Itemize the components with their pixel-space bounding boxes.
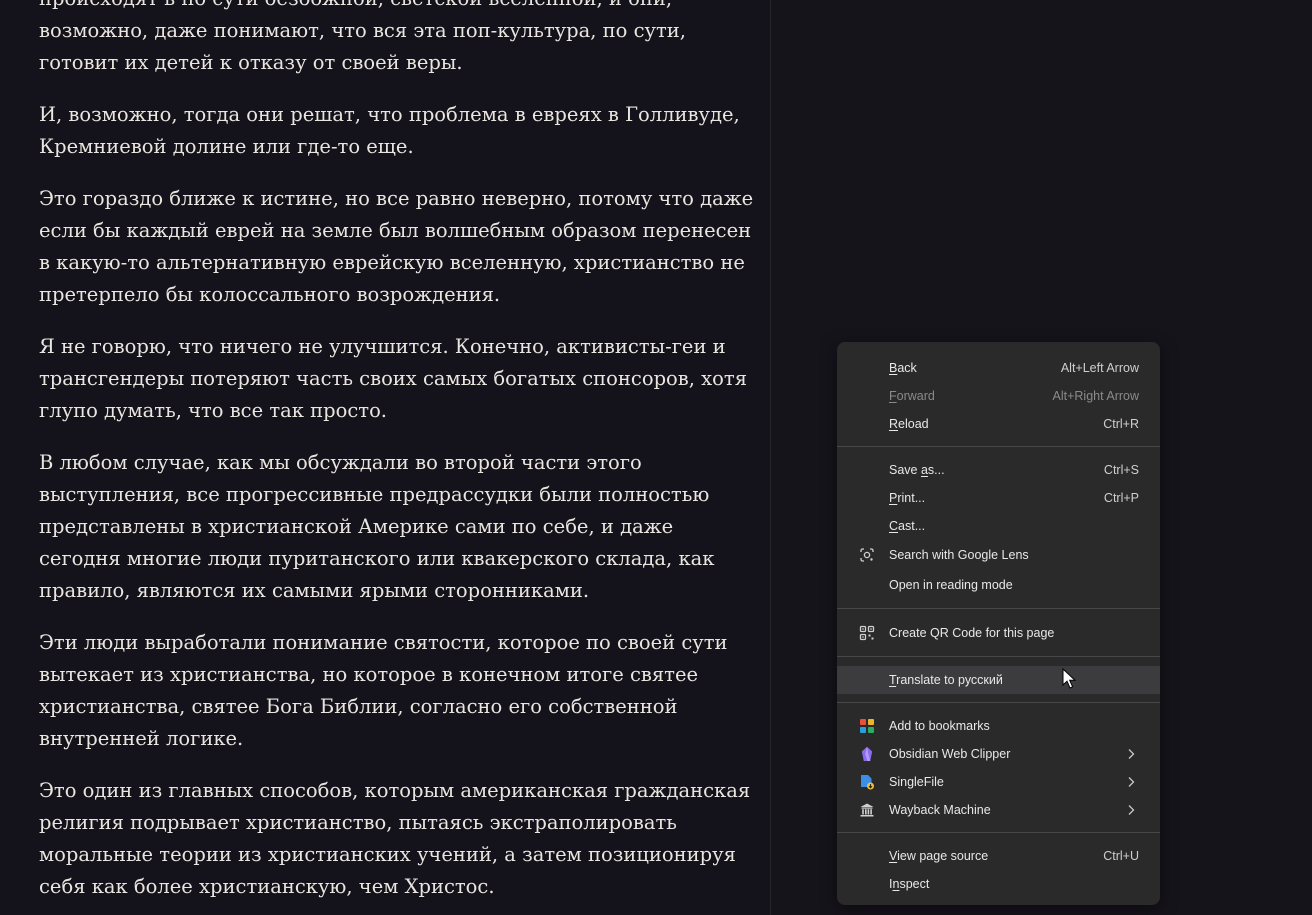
- article-paragraph: В любом случае, как мы обсуждали во втор…: [39, 451, 715, 602]
- menu-item-forward[interactable]: Forward Alt+Right Arrow: [837, 382, 1160, 410]
- mouse-cursor-icon: [1062, 668, 1076, 689]
- menu-separator: [837, 446, 1160, 447]
- menu-item-label: Add to bookmarks: [889, 719, 990, 733]
- menu-separator: [837, 656, 1160, 657]
- menu-item-print[interactable]: Print... Ctrl+P: [837, 484, 1160, 512]
- menu-item-label: Save as...: [889, 463, 945, 477]
- menu-item-reload[interactable]: Reload Ctrl+R: [837, 410, 1160, 438]
- menu-item-inspect[interactable]: Inspect: [837, 870, 1160, 898]
- shortcut-label: Ctrl+R: [1103, 417, 1139, 431]
- qr-code-icon: [859, 625, 875, 641]
- article-body: происходят в по сути безбожной, светской…: [39, 0, 754, 915]
- menu-item-label: Search with Google Lens: [889, 548, 1029, 562]
- menu-item-label: Print...: [889, 491, 926, 505]
- article-paragraph: Это гораздо ближе к истине, но все равно…: [39, 187, 754, 306]
- menu-item-qr-code[interactable]: Create QR Code for this page: [837, 618, 1160, 648]
- chevron-right-icon: [1128, 749, 1135, 759]
- menu-item-singlefile[interactable]: SingleFile: [837, 768, 1160, 796]
- chevron-right-icon: [1128, 805, 1135, 815]
- shortcut-label: Ctrl+P: [1103, 491, 1139, 505]
- obsidian-icon: [861, 746, 873, 761]
- menu-item-label: Obsidian Web Clipper: [889, 747, 1011, 761]
- menu-item-translate[interactable]: Translate to русский: [837, 666, 1160, 694]
- menu-item-label: Create QR Code for this page: [889, 626, 1055, 640]
- shortcut-label: Alt+Left Arrow: [1060, 361, 1139, 375]
- singlefile-icon: [861, 775, 874, 790]
- menu-item-wayback[interactable]: Wayback Machine: [837, 796, 1160, 824]
- menu-item-obsidian[interactable]: Obsidian Web Clipper: [837, 740, 1160, 768]
- article-paragraph: Я не говорю, что ничего не улучшится. Ко…: [39, 335, 747, 422]
- menu-item-view-source[interactable]: View page source Ctrl+U: [837, 842, 1160, 870]
- menu-item-reading-mode[interactable]: Open in reading mode: [837, 570, 1160, 600]
- menu-item-add-bookmarks[interactable]: Add to bookmarks: [837, 712, 1160, 740]
- context-menu: Back Alt+Left Arrow Forward Alt+Right Ar…: [837, 342, 1160, 905]
- menu-item-label: Back: [889, 361, 917, 375]
- menu-separator: [837, 832, 1160, 833]
- menu-item-save-as[interactable]: Save as... Ctrl+S: [837, 456, 1160, 484]
- menu-item-label: Inspect: [889, 877, 930, 891]
- menu-separator: [837, 702, 1160, 703]
- menu-item-back[interactable]: Back Alt+Left Arrow: [837, 354, 1160, 382]
- chevron-right-icon: [1128, 777, 1135, 787]
- article-paragraph: И, возможно, тогда они решат, что пробле…: [39, 103, 740, 158]
- menu-item-label: Reload: [889, 417, 929, 431]
- shortcut-label: Ctrl+U: [1103, 849, 1139, 863]
- menu-separator: [837, 608, 1160, 609]
- google-lens-icon: [860, 548, 874, 562]
- wayback-machine-icon: [860, 803, 874, 817]
- article-pane: происходят в по сути безбожной, светской…: [0, 0, 771, 915]
- menu-item-google-lens[interactable]: Search with Google Lens: [837, 540, 1160, 570]
- menu-item-label: Wayback Machine: [889, 803, 991, 817]
- bookmark-extension-icon: [860, 719, 874, 733]
- menu-item-label: Open in reading mode: [889, 578, 1013, 592]
- menu-item-label: View page source: [889, 849, 989, 863]
- menu-item-label: Forward: [889, 389, 935, 403]
- menu-item-label: SingleFile: [889, 775, 944, 789]
- menu-item-label: Cast...: [889, 519, 926, 533]
- menu-item-label: Translate to русский: [889, 673, 1003, 687]
- shortcut-label: Ctrl+S: [1103, 463, 1139, 477]
- article-paragraph: Эти люди выработали понимание святости, …: [39, 631, 728, 750]
- article-paragraph: Это один из главных способов, которым ам…: [39, 779, 751, 898]
- article-paragraph: происходят в по сути безбожной, светской…: [39, 0, 686, 74]
- menu-item-cast[interactable]: Cast...: [837, 512, 1160, 540]
- shortcut-label: Alt+Right Arrow: [1052, 389, 1140, 403]
